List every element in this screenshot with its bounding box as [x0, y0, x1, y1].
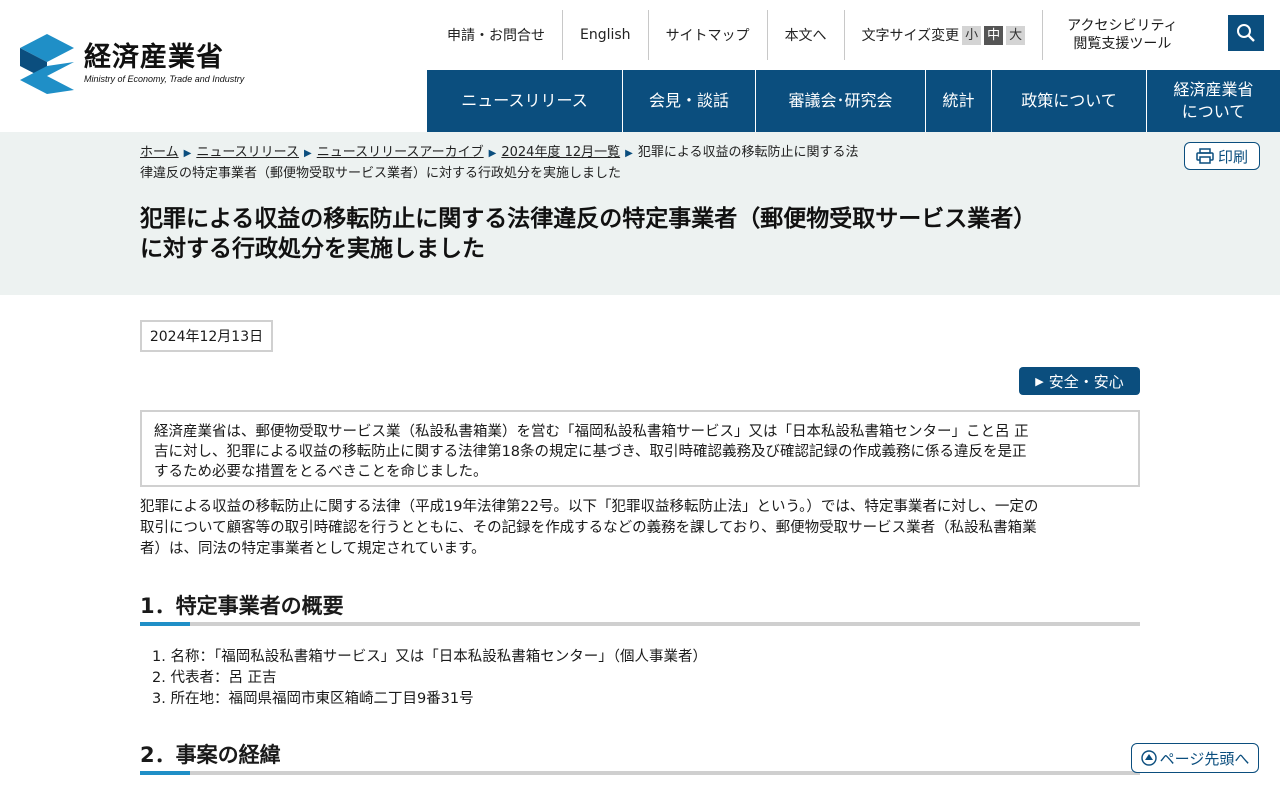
category-tag-button[interactable]: ▶ 安全・安心 [1019, 367, 1140, 395]
search-button[interactable] [1228, 15, 1264, 51]
summary-line3: するため必要な措置をとるべきことを命じました。 [154, 464, 488, 480]
sitemap-link[interactable]: サイトマップ [649, 10, 768, 60]
list-item: 3. 所在地：福岡県福岡市東区箱崎二丁目9番31号 [152, 691, 474, 707]
a11y-label-line1: アクセシビリティ [1067, 18, 1178, 34]
breadcrumb-arrow-icon: ▶ [488, 148, 497, 159]
section-underline [140, 771, 1140, 775]
font-size-medium-button[interactable]: 中 [984, 25, 1004, 45]
page-title: 犯罪による収益の移転防止に関する法律違反の特定事業者（郵便物受取サービス業者） … [140, 204, 1140, 264]
breadcrumb-archive[interactable]: ニュースリリースアーカイブ [317, 145, 484, 160]
main-navigation: ニュースリリース 会見・談話 審議会･研究会 統計 政策について 経済産業省 に… [427, 70, 1280, 132]
breadcrumb-home[interactable]: ホーム [140, 145, 179, 160]
breadcrumb-arrow-icon: ▶ [625, 148, 633, 159]
intro-line1: 犯罪による収益の移転防止に関する法律（平成19年法律第22号。以下「犯罪収益移転… [140, 499, 1039, 515]
print-button[interactable]: 印刷 [1184, 142, 1260, 170]
section-heading-1-text: 1．特定事業者の概要 [140, 594, 344, 618]
intro-line2: 取引について顧客等の取引時確認を行うとともに、その記録を作成するなどの義務を課し… [140, 520, 1037, 536]
nav-policy[interactable]: 政策について [992, 70, 1147, 132]
breadcrumb-current-a: 犯罪による収益の移転防止に関する法 [637, 145, 859, 160]
page-top-button[interactable]: ページ先頭へ [1131, 743, 1259, 773]
breadcrumb: ホーム ▶ ニュースリリース ▶ ニュースリリースアーカイブ ▶ 2024年度 12月一覧 ▶… [140, 143, 940, 184]
font-size-label: 文字サイズ変更 [861, 28, 960, 44]
summary-line1: 経済産業省は、郵便物受取サービス業（私設私書箱業）を営む「福岡私設私書箱サービス… [154, 424, 1029, 440]
font-size-switcher: 文字サイズ変更 小 中 大 [845, 10, 1043, 60]
section-heading-1: 1．特定事業者の概要 [140, 590, 1140, 626]
section-underline-accent [140, 771, 190, 775]
print-label: 印刷 [1217, 147, 1248, 166]
font-size-large-button[interactable]: 大 [1006, 25, 1026, 45]
summary-box: 経済産業省は、郵便物受取サービス業（私設私書箱業）を営む「福岡私設私書箱サービス… [140, 410, 1140, 487]
section-underline-accent [140, 622, 190, 626]
nav-councils[interactable]: 審議会･研究会 [756, 70, 926, 132]
list-item: 1. 名称：「福岡私設私書箱サービス」又は「日本私設私書箱センター」（個人事業者… [152, 649, 707, 665]
search-icon [1237, 24, 1255, 42]
intro-paragraph: 犯罪による収益の移転防止に関する法律（平成19年法律第22号。以下「犯罪収益移転… [140, 497, 1140, 560]
business-overview-list: 1. 名称：「福岡私設私書箱サービス」又は「日本私設私書箱センター」（個人事業者… [152, 647, 707, 710]
summary-line2: 吉に対し、犯罪による収益の移転防止に関する法律第18条の規定に基づき、取引時確認… [154, 444, 1027, 460]
nav-press-conference[interactable]: 会見・談話 [623, 70, 756, 132]
breadcrumb-arrow-icon: ▶ [304, 148, 312, 159]
utility-nav: 申請・お問合せ English サイトマップ 本文へ 文字サイズ変更 小 中 大… [430, 10, 1202, 60]
english-link[interactable]: English [563, 10, 649, 60]
release-date: 2024年12月13日 [140, 320, 273, 352]
category-tag-label: 安全・安心 [1048, 372, 1124, 391]
section-heading-2-text: 2．事案の経緯 [140, 743, 281, 767]
breadcrumb-month[interactable]: 2024年度 12月一覧 [501, 145, 620, 160]
a11y-label-line2: 閲覧支援ツール [1073, 36, 1172, 52]
play-arrow-icon: ▶ [1035, 374, 1044, 388]
font-size-small-button[interactable]: 小 [962, 25, 982, 45]
accessibility-tool-link[interactable]: アクセシビリティ 閲覧支援ツール [1042, 10, 1201, 60]
section-heading-2: 2．事案の経緯 [140, 739, 1140, 775]
logo-japanese: 経済産業省 [84, 42, 224, 73]
nav-statistics[interactable]: 統計 [926, 70, 992, 132]
nav-about-meti[interactable]: 経済産業省 について [1147, 70, 1280, 132]
breadcrumb-current-b: 律違反の特定事業者（郵便物受取サービス業者）に対する行政処分を実施しました [140, 166, 622, 181]
page-title-line1: 犯罪による収益の移転防止に関する法律違反の特定事業者（郵便物受取サービス業者） [140, 206, 1037, 232]
arrow-up-circle-icon [1140, 750, 1157, 766]
printer-icon [1196, 148, 1214, 164]
meti-emblem-icon [20, 34, 74, 94]
breadcrumb-arrow-icon: ▶ [183, 148, 192, 159]
breadcrumb-news[interactable]: ニュースリリース [196, 145, 299, 160]
section-underline [140, 622, 1140, 626]
intro-line3: 者）は、同法の特定事業者として規定されています。 [140, 541, 486, 557]
skip-to-content-link[interactable]: 本文へ [768, 10, 845, 60]
site-header: 経済産業省 Ministry of Economy, Trade and Ind… [0, 0, 1280, 132]
nav-about-line2: について [1181, 102, 1246, 121]
meti-logo[interactable]: 経済産業省 Ministry of Economy, Trade and Ind… [20, 34, 244, 94]
inquiry-link[interactable]: 申請・お問合せ [430, 10, 563, 60]
list-item: 2. 代表者：呂 正吉 [152, 670, 277, 686]
nav-about-line1: 経済産業省 [1173, 80, 1254, 99]
nav-news-release[interactable]: ニュースリリース [427, 70, 623, 132]
page-title-line2: に対する行政処分を実施しました [140, 236, 485, 262]
logo-english: Ministry of Economy, Trade and Industry [84, 74, 245, 84]
page-top-label: ページ先頭へ [1159, 749, 1250, 768]
